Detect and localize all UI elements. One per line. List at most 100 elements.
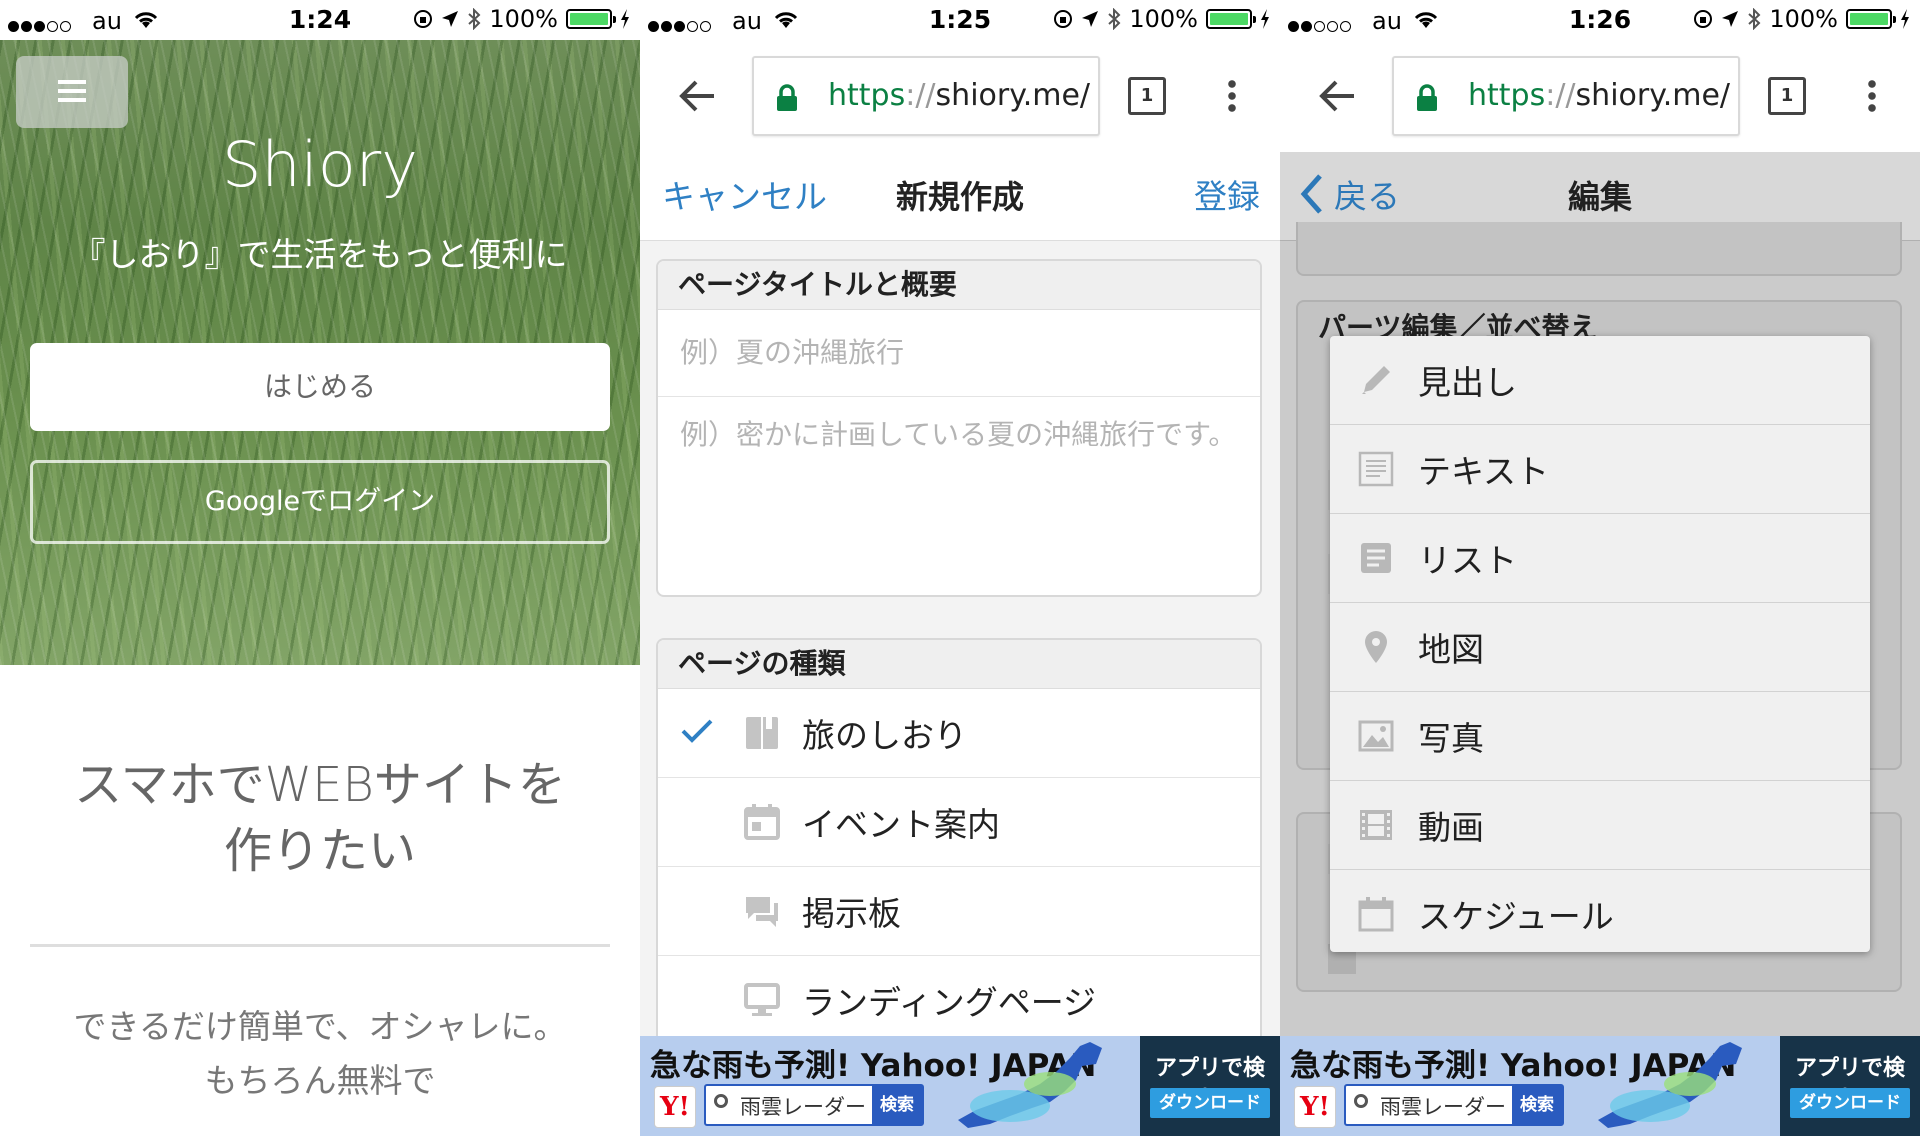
book-icon bbox=[746, 717, 778, 749]
page-type-option-board[interactable]: 掲示板 bbox=[658, 867, 1260, 956]
start-button[interactable]: はじめる bbox=[30, 343, 610, 431]
page-type-option-travel[interactable]: 旅のしおり bbox=[658, 689, 1260, 778]
title-summary-card: ページタイトルと概要 例）夏の沖縄旅行 例）密かに計画している夏の沖縄旅行です。 bbox=[656, 259, 1262, 597]
search-icon bbox=[714, 1094, 728, 1108]
menu-item-heading[interactable]: 見出し bbox=[1330, 336, 1870, 425]
back-arrow-icon[interactable] bbox=[1318, 76, 1358, 116]
url-text: https://shiory.me/ bbox=[828, 78, 1091, 113]
menu-item-label: リスト bbox=[1418, 541, 1517, 580]
menu-item-list[interactable]: リスト bbox=[1330, 514, 1870, 603]
browser-toolbar: https://shiory.me/ 1 bbox=[1280, 40, 1920, 152]
bluetooth-icon bbox=[468, 8, 481, 30]
create-page-screen: au 1:25 100% https://shiory.me/ 1 キャンセル … bbox=[640, 0, 1280, 1136]
ad-search-box[interactable]: 雨雲レーダー 検索 bbox=[1344, 1084, 1564, 1126]
calendar-icon bbox=[744, 804, 780, 840]
more-menu-icon[interactable] bbox=[1868, 78, 1876, 114]
ad-search-box[interactable]: 雨雲レーダー 検索 bbox=[704, 1084, 924, 1126]
ad-search-text: 雨雲レーダー bbox=[1380, 1095, 1506, 1119]
address-bar[interactable]: https://shiory.me/ bbox=[1392, 56, 1740, 136]
list-icon bbox=[1361, 543, 1391, 573]
ad-search-button[interactable]: 検索 bbox=[872, 1086, 922, 1124]
section-title: ページの種類 bbox=[658, 640, 1260, 689]
yahoo-logo: Y! bbox=[654, 1086, 696, 1128]
page-type-option-event[interactable]: イベント案内 bbox=[658, 778, 1260, 867]
map-pin-icon bbox=[1365, 631, 1387, 663]
page-type-option-landing[interactable]: ランディングページ bbox=[658, 956, 1260, 1044]
page-title-input[interactable]: 例）夏の沖縄旅行 bbox=[658, 310, 1260, 397]
edit-screen: au 1:26 100% https://shiory.me/ 1 戻る 編集 … bbox=[1280, 0, 1920, 1136]
menu-item-label: 見出し bbox=[1418, 363, 1517, 402]
battery-percent: 100% bbox=[1769, 5, 1838, 33]
location-icon bbox=[442, 11, 459, 27]
orientation-lock-icon bbox=[414, 10, 433, 28]
feature-heading: スマホでWEBサイトを 作りたい bbox=[74, 757, 566, 879]
ad-banner[interactable]: 急な雨も予測! Yahoo! JAPAN Y! 雨雲レーダー 検索 アプリで検索… bbox=[1280, 1036, 1920, 1136]
url-text: https://shiory.me/ bbox=[1468, 78, 1731, 113]
browser-toolbar: https://shiory.me/ 1 bbox=[640, 40, 1280, 152]
page-type-label: 掲示板 bbox=[802, 894, 901, 933]
lock-icon bbox=[1417, 84, 1437, 111]
menu-item-map[interactable]: 地図 bbox=[1330, 603, 1870, 692]
ad-search-button[interactable]: 検索 bbox=[1512, 1086, 1562, 1124]
tab-switcher-button[interactable]: 1 bbox=[1768, 77, 1806, 115]
page-type-label: ランディングページ bbox=[802, 983, 1097, 1022]
location-icon bbox=[1082, 11, 1099, 27]
previous-card bbox=[1296, 222, 1902, 276]
menu-item-label: 地図 bbox=[1418, 630, 1484, 669]
menu-item-text[interactable]: テキスト bbox=[1330, 425, 1870, 514]
checkmark-icon bbox=[681, 719, 713, 743]
feature-subtext: できるだけ簡単で、オシャレに。 もちろん無料で bbox=[73, 1007, 567, 1100]
status-bar: au 1:25 100% bbox=[640, 0, 1280, 40]
battery-icon bbox=[1206, 9, 1256, 29]
battery-icon bbox=[566, 9, 616, 29]
status-bar: au 1:26 100% bbox=[1280, 0, 1920, 40]
google-login-button[interactable]: Googleでログイン bbox=[30, 460, 610, 544]
register-button[interactable]: 登録 bbox=[1194, 170, 1260, 218]
download-button[interactable]: ダウンロード bbox=[1790, 1088, 1910, 1118]
film-icon bbox=[1360, 810, 1392, 840]
battery-percent: 100% bbox=[1129, 5, 1198, 33]
address-bar[interactable]: https://shiory.me/ bbox=[752, 56, 1100, 136]
page-type-card: ページの種類 旅のしおり イベント案内 掲示板 ランディングページ bbox=[656, 638, 1262, 1058]
ad-banner[interactable]: 急な雨も予測! Yahoo! JAPAN Y! 雨雲レーダー 検索 アプリで検索… bbox=[640, 1036, 1280, 1136]
brand-title: Shiory bbox=[222, 128, 418, 201]
download-button[interactable]: ダウンロード bbox=[1150, 1088, 1270, 1118]
orientation-lock-icon bbox=[1054, 10, 1073, 28]
ad-cta[interactable]: アプリで検索! ダウンロード bbox=[1140, 1036, 1280, 1136]
orientation-lock-icon bbox=[1694, 10, 1713, 28]
menu-item-label: テキスト bbox=[1418, 452, 1550, 491]
bluetooth-icon bbox=[1748, 8, 1761, 30]
menu-item-schedule[interactable]: スケジュール bbox=[1330, 870, 1870, 952]
hero-banner: Shiory 『しおり』で生活をもっと便利に はじめる Googleでログイン bbox=[0, 40, 640, 665]
menu-item-label: スケジュール bbox=[1418, 897, 1614, 936]
japan-map-icon bbox=[958, 1042, 1102, 1128]
lock-icon bbox=[777, 84, 797, 111]
status-bar: au 1:24 100% bbox=[0, 0, 640, 40]
battery-icon bbox=[1846, 9, 1896, 29]
ad-cta[interactable]: アプリで検索! ダウンロード bbox=[1780, 1036, 1920, 1136]
hamburger-menu-button[interactable] bbox=[16, 56, 128, 128]
more-menu-icon[interactable] bbox=[1228, 78, 1236, 114]
divider bbox=[30, 944, 610, 947]
ad-search-text: 雨雲レーダー bbox=[740, 1095, 866, 1119]
yahoo-logo: Y! bbox=[1294, 1086, 1336, 1128]
menu-item-video[interactable]: 動画 bbox=[1330, 781, 1870, 870]
monitor-icon bbox=[744, 983, 780, 1016]
menu-item-label: 写真 bbox=[1418, 719, 1484, 758]
landing-screen: au 1:24 100% Shiory 『しおり』で生活をもっと便利に はじめる… bbox=[0, 0, 640, 1136]
pencil-icon bbox=[1362, 366, 1390, 394]
create-nav-bar: キャンセル 新規作成 登録 bbox=[640, 152, 1280, 241]
add-part-menu: 見出し テキスト リスト 地図 写真 動画 スケジュール bbox=[1330, 336, 1870, 952]
menu-item-label: 動画 bbox=[1418, 808, 1484, 847]
calendar-icon bbox=[1358, 897, 1394, 932]
charging-icon bbox=[1261, 9, 1269, 29]
page-summary-textarea[interactable]: 例）密かに計画している夏の沖縄旅行です。 bbox=[658, 397, 1260, 593]
chat-icon bbox=[746, 897, 778, 927]
tab-switcher-button[interactable]: 1 bbox=[1128, 77, 1166, 115]
bluetooth-icon bbox=[1108, 8, 1121, 30]
battery-percent: 100% bbox=[489, 5, 558, 33]
japan-map-icon bbox=[1598, 1042, 1742, 1128]
charging-icon bbox=[1901, 9, 1909, 29]
back-arrow-icon[interactable] bbox=[678, 76, 718, 116]
menu-item-photo[interactable]: 写真 bbox=[1330, 692, 1870, 781]
